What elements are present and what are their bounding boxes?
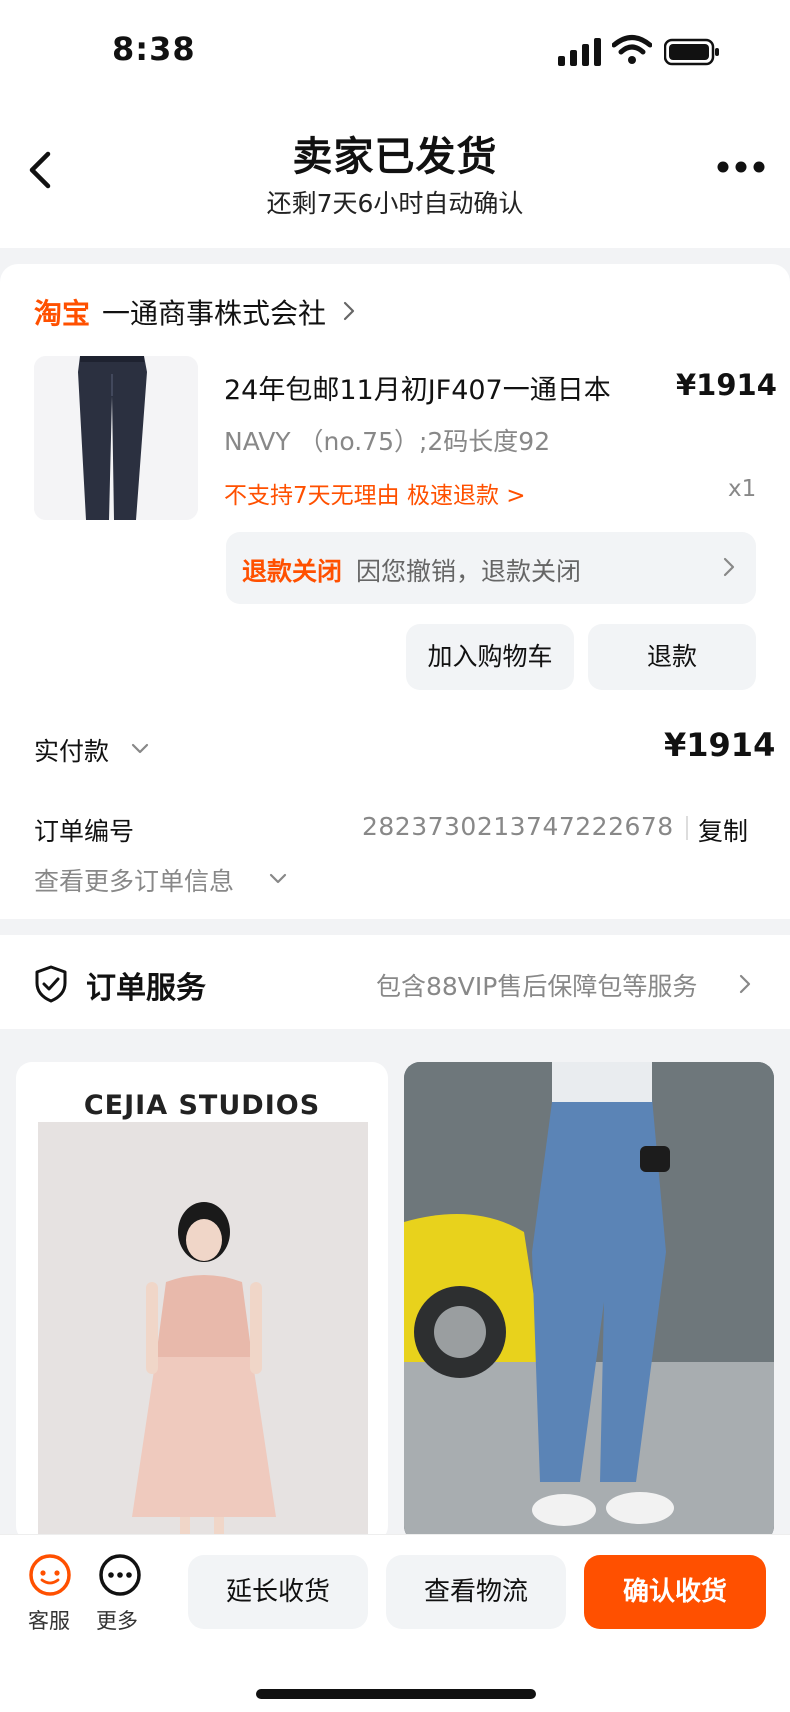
view-logistics-button[interactable]: 查看物流 [386, 1555, 566, 1629]
copy-order-number-button[interactable]: 复制 [698, 812, 748, 848]
customer-service-icon[interactable] [28, 1553, 72, 1597]
recommended-product-image [404, 1062, 774, 1542]
refund-status-label: 退款关闭 [242, 557, 343, 586]
taobao-logo: 淘宝 [34, 297, 91, 330]
auto-confirm-countdown: 还剩7天6小时自动确认 [266, 189, 524, 218]
divider [686, 816, 688, 840]
more-order-info-link[interactable]: 查看更多订单信息 [34, 862, 234, 898]
order-number-value: 2823730213747222678 [362, 812, 674, 841]
more-icon[interactable] [98, 1553, 142, 1597]
status-time: 8:38 [112, 30, 196, 68]
shield-check-icon [35, 965, 67, 1003]
refund-button[interactable]: 退款 [588, 624, 756, 690]
chevron-down-icon[interactable] [130, 742, 150, 756]
customer-service-label[interactable]: 客服 [28, 1605, 70, 1635]
add-to-cart-button[interactable]: 加入购物车 [406, 624, 574, 690]
product-thumbnail[interactable] [34, 356, 198, 520]
product-price: ¥1914 [676, 368, 777, 402]
order-services-title: 订单服务 [86, 971, 206, 1006]
page-title: 卖家已发货 [292, 134, 498, 180]
extend-receipt-button[interactable]: 延长收货 [188, 1555, 368, 1629]
page-header: 卖家已发货 还剩7天6小时自动确认 [0, 100, 790, 248]
product-quantity: x1 [728, 476, 757, 502]
refund-status-description: 因您撤销，退款关闭 [356, 557, 582, 586]
confirm-receipt-button[interactable]: 确认收货 [584, 1555, 766, 1629]
trousers-image [34, 356, 198, 520]
recommended-product-card[interactable] [404, 1062, 774, 1542]
product-sku: NAVY （no.75）;2码长度92 [224, 427, 551, 456]
home-indicator[interactable] [256, 1689, 536, 1699]
order-services-description: 包含88VIP售后保障包等服务 [376, 972, 698, 1001]
chevron-right-icon [739, 974, 751, 994]
chevron-right-icon [343, 301, 355, 321]
chevron-down-icon[interactable] [268, 872, 288, 886]
return-policy-link[interactable]: 不支持7天无理由 极速退款 > [224, 476, 526, 510]
status-bar: 8:38 [0, 0, 790, 100]
battery-icon [664, 38, 719, 66]
bottom-action-bar: 客服 更多 延长收货 查看物流 确认收货 [0, 1534, 790, 1712]
recommended-brand-name: CEJIA STUDIOS [83, 1090, 321, 1121]
paid-amount-label[interactable]: 实付款 [34, 732, 109, 768]
refund-status-bar[interactable]: 退款关闭 因您撤销，退款关闭 [226, 532, 756, 604]
recommended-product-card[interactable]: CEJIA STUDIOS [16, 1062, 388, 1542]
paid-amount-value: ¥1914 [664, 726, 776, 764]
product-title[interactable]: 24年包邮11月初JF407一通日本 [224, 368, 611, 407]
more-label[interactable]: 更多 [96, 1605, 138, 1635]
more-options-icon[interactable] [716, 160, 766, 174]
chevron-right-icon [723, 557, 735, 577]
order-number-label: 订单编号 [34, 817, 135, 846]
shop-name-link[interactable]: 一通商事株式会社 [102, 292, 326, 332]
recommended-product-image [38, 1122, 368, 1542]
cellular-signal-icon [558, 38, 601, 66]
wifi-icon [612, 35, 652, 64]
order-services-row[interactable]: 订单服务 包含88VIP售后保障包等服务 [0, 935, 790, 1029]
order-card: 淘宝 一通商事株式会社 24年包邮11月初JF407一通日本 ¥1914 NAV… [0, 264, 790, 919]
